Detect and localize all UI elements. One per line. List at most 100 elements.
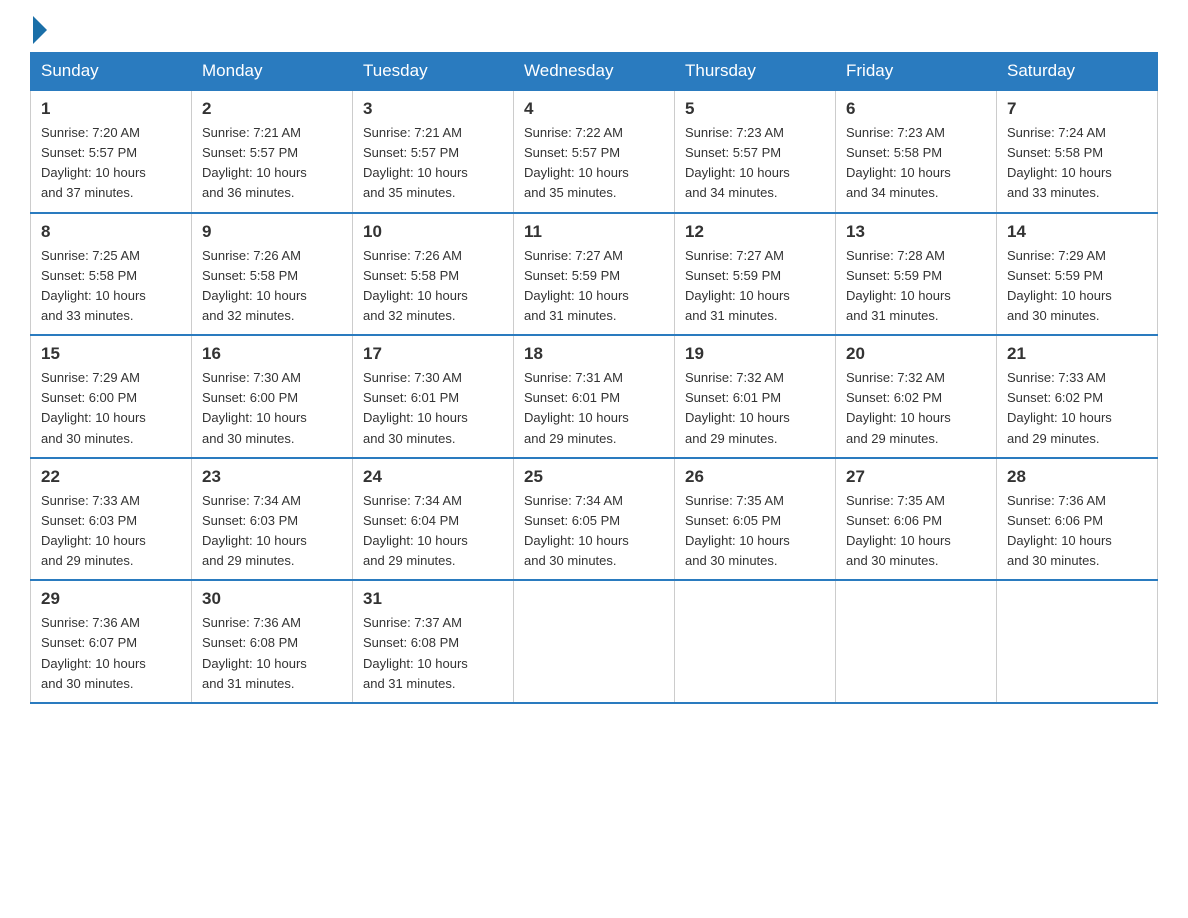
day-info: Sunrise: 7:24 AMSunset: 5:58 PMDaylight:…	[1007, 123, 1147, 204]
day-info: Sunrise: 7:35 AMSunset: 6:05 PMDaylight:…	[685, 491, 825, 572]
days-header-row: SundayMondayTuesdayWednesdayThursdayFrid…	[31, 53, 1158, 91]
calendar-day-cell: 10 Sunrise: 7:26 AMSunset: 5:58 PMDayligh…	[353, 213, 514, 336]
day-info: Sunrise: 7:31 AMSunset: 6:01 PMDaylight:…	[524, 368, 664, 449]
day-info: Sunrise: 7:28 AMSunset: 5:59 PMDaylight:…	[846, 246, 986, 327]
calendar-day-cell: 11 Sunrise: 7:27 AMSunset: 5:59 PMDayligh…	[514, 213, 675, 336]
day-number: 6	[846, 99, 986, 119]
logo	[30, 20, 47, 42]
day-info: Sunrise: 7:30 AMSunset: 6:00 PMDaylight:…	[202, 368, 342, 449]
day-number: 12	[685, 222, 825, 242]
calendar-day-cell: 29 Sunrise: 7:36 AMSunset: 6:07 PMDayligh…	[31, 580, 192, 703]
day-number: 11	[524, 222, 664, 242]
day-number: 24	[363, 467, 503, 487]
calendar-day-cell: 30 Sunrise: 7:36 AMSunset: 6:08 PMDayligh…	[192, 580, 353, 703]
day-info: Sunrise: 7:27 AMSunset: 5:59 PMDaylight:…	[524, 246, 664, 327]
day-info: Sunrise: 7:30 AMSunset: 6:01 PMDaylight:…	[363, 368, 503, 449]
calendar-day-cell: 9 Sunrise: 7:26 AMSunset: 5:58 PMDaylight…	[192, 213, 353, 336]
day-number: 29	[41, 589, 181, 609]
day-info: Sunrise: 7:25 AMSunset: 5:58 PMDaylight:…	[41, 246, 181, 327]
calendar-day-cell: 21 Sunrise: 7:33 AMSunset: 6:02 PMDayligh…	[997, 335, 1158, 458]
day-number: 4	[524, 99, 664, 119]
calendar-day-cell: 1Sunrise: 7:20 AMSunset: 5:57 PMDaylight…	[31, 90, 192, 213]
day-info: Sunrise: 7:23 AMSunset: 5:58 PMDaylight:…	[846, 123, 986, 204]
day-number: 9	[202, 222, 342, 242]
day-info: Sunrise: 7:34 AMSunset: 6:03 PMDaylight:…	[202, 491, 342, 572]
calendar-day-cell: 4 Sunrise: 7:22 AMSunset: 5:57 PMDaylight…	[514, 90, 675, 213]
day-number: 19	[685, 344, 825, 364]
calendar-day-cell	[675, 580, 836, 703]
day-number: 25	[524, 467, 664, 487]
calendar-day-cell: 24 Sunrise: 7:34 AMSunset: 6:04 PMDayligh…	[353, 458, 514, 581]
day-info: Sunrise: 7:34 AMSunset: 6:04 PMDaylight:…	[363, 491, 503, 572]
calendar-day-cell: 27 Sunrise: 7:35 AMSunset: 6:06 PMDayligh…	[836, 458, 997, 581]
day-of-week-header: Sunday	[31, 53, 192, 91]
calendar-day-cell: 19 Sunrise: 7:32 AMSunset: 6:01 PMDayligh…	[675, 335, 836, 458]
calendar-day-cell: 5 Sunrise: 7:23 AMSunset: 5:57 PMDaylight…	[675, 90, 836, 213]
day-info: Sunrise: 7:35 AMSunset: 6:06 PMDaylight:…	[846, 491, 986, 572]
day-number: 26	[685, 467, 825, 487]
calendar-day-cell: 28Sunrise: 7:36 AMSunset: 6:06 PMDayligh…	[997, 458, 1158, 581]
day-info: Sunrise: 7:29 AMSunset: 6:00 PMDaylight:…	[41, 368, 181, 449]
day-info: Sunrise: 7:33 AMSunset: 6:02 PMDaylight:…	[1007, 368, 1147, 449]
day-info: Sunrise: 7:36 AMSunset: 6:06 PMDaylight:…	[1007, 491, 1147, 572]
page-header	[30, 20, 1158, 42]
calendar-day-cell: 15 Sunrise: 7:29 AMSunset: 6:00 PMDayligh…	[31, 335, 192, 458]
day-info: Sunrise: 7:21 AMSunset: 5:57 PMDaylight:…	[202, 123, 342, 204]
calendar-day-cell: 25Sunrise: 7:34 AMSunset: 6:05 PMDayligh…	[514, 458, 675, 581]
calendar-day-cell: 6 Sunrise: 7:23 AMSunset: 5:58 PMDaylight…	[836, 90, 997, 213]
day-number: 13	[846, 222, 986, 242]
calendar-day-cell: 18 Sunrise: 7:31 AMSunset: 6:01 PMDayligh…	[514, 335, 675, 458]
day-number: 23	[202, 467, 342, 487]
day-number: 21	[1007, 344, 1147, 364]
day-info: Sunrise: 7:29 AMSunset: 5:59 PMDaylight:…	[1007, 246, 1147, 327]
calendar-day-cell: 16 Sunrise: 7:30 AMSunset: 6:00 PMDayligh…	[192, 335, 353, 458]
calendar-week-row: 29 Sunrise: 7:36 AMSunset: 6:07 PMDayligh…	[31, 580, 1158, 703]
day-info: Sunrise: 7:27 AMSunset: 5:59 PMDaylight:…	[685, 246, 825, 327]
calendar-day-cell: 22 Sunrise: 7:33 AMSunset: 6:03 PMDayligh…	[31, 458, 192, 581]
day-number: 18	[524, 344, 664, 364]
calendar-day-cell: 31 Sunrise: 7:37 AMSunset: 6:08 PMDayligh…	[353, 580, 514, 703]
calendar-day-cell	[997, 580, 1158, 703]
calendar-day-cell: 3Sunrise: 7:21 AMSunset: 5:57 PMDaylight…	[353, 90, 514, 213]
day-info: Sunrise: 7:23 AMSunset: 5:57 PMDaylight:…	[685, 123, 825, 204]
day-number: 3	[363, 99, 503, 119]
calendar-day-cell	[514, 580, 675, 703]
day-info: Sunrise: 7:32 AMSunset: 6:01 PMDaylight:…	[685, 368, 825, 449]
day-number: 20	[846, 344, 986, 364]
calendar-day-cell: 17 Sunrise: 7:30 AMSunset: 6:01 PMDayligh…	[353, 335, 514, 458]
day-of-week-header: Monday	[192, 53, 353, 91]
day-info: Sunrise: 7:36 AMSunset: 6:07 PMDaylight:…	[41, 613, 181, 694]
calendar-day-cell: 23 Sunrise: 7:34 AMSunset: 6:03 PMDayligh…	[192, 458, 353, 581]
day-info: Sunrise: 7:33 AMSunset: 6:03 PMDaylight:…	[41, 491, 181, 572]
calendar-day-cell: 20 Sunrise: 7:32 AMSunset: 6:02 PMDayligh…	[836, 335, 997, 458]
day-info: Sunrise: 7:32 AMSunset: 6:02 PMDaylight:…	[846, 368, 986, 449]
day-number: 16	[202, 344, 342, 364]
day-number: 8	[41, 222, 181, 242]
day-number: 30	[202, 589, 342, 609]
day-info: Sunrise: 7:26 AMSunset: 5:58 PMDaylight:…	[363, 246, 503, 327]
day-number: 17	[363, 344, 503, 364]
calendar-week-row: 1Sunrise: 7:20 AMSunset: 5:57 PMDaylight…	[31, 90, 1158, 213]
day-number: 5	[685, 99, 825, 119]
day-number: 14	[1007, 222, 1147, 242]
day-info: Sunrise: 7:26 AMSunset: 5:58 PMDaylight:…	[202, 246, 342, 327]
day-number: 22	[41, 467, 181, 487]
day-number: 10	[363, 222, 503, 242]
calendar-day-cell: 12 Sunrise: 7:27 AMSunset: 5:59 PMDayligh…	[675, 213, 836, 336]
day-of-week-header: Friday	[836, 53, 997, 91]
day-of-week-header: Saturday	[997, 53, 1158, 91]
calendar-day-cell: 2Sunrise: 7:21 AMSunset: 5:57 PMDaylight…	[192, 90, 353, 213]
calendar-day-cell: 7Sunrise: 7:24 AMSunset: 5:58 PMDaylight…	[997, 90, 1158, 213]
day-number: 31	[363, 589, 503, 609]
day-info: Sunrise: 7:37 AMSunset: 6:08 PMDaylight:…	[363, 613, 503, 694]
day-of-week-header: Tuesday	[353, 53, 514, 91]
day-of-week-header: Wednesday	[514, 53, 675, 91]
calendar-day-cell: 8 Sunrise: 7:25 AMSunset: 5:58 PMDaylight…	[31, 213, 192, 336]
day-number: 15	[41, 344, 181, 364]
day-of-week-header: Thursday	[675, 53, 836, 91]
calendar-table: SundayMondayTuesdayWednesdayThursdayFrid…	[30, 52, 1158, 704]
day-number: 27	[846, 467, 986, 487]
calendar-week-row: 8 Sunrise: 7:25 AMSunset: 5:58 PMDaylight…	[31, 213, 1158, 336]
day-info: Sunrise: 7:36 AMSunset: 6:08 PMDaylight:…	[202, 613, 342, 694]
day-info: Sunrise: 7:22 AMSunset: 5:57 PMDaylight:…	[524, 123, 664, 204]
